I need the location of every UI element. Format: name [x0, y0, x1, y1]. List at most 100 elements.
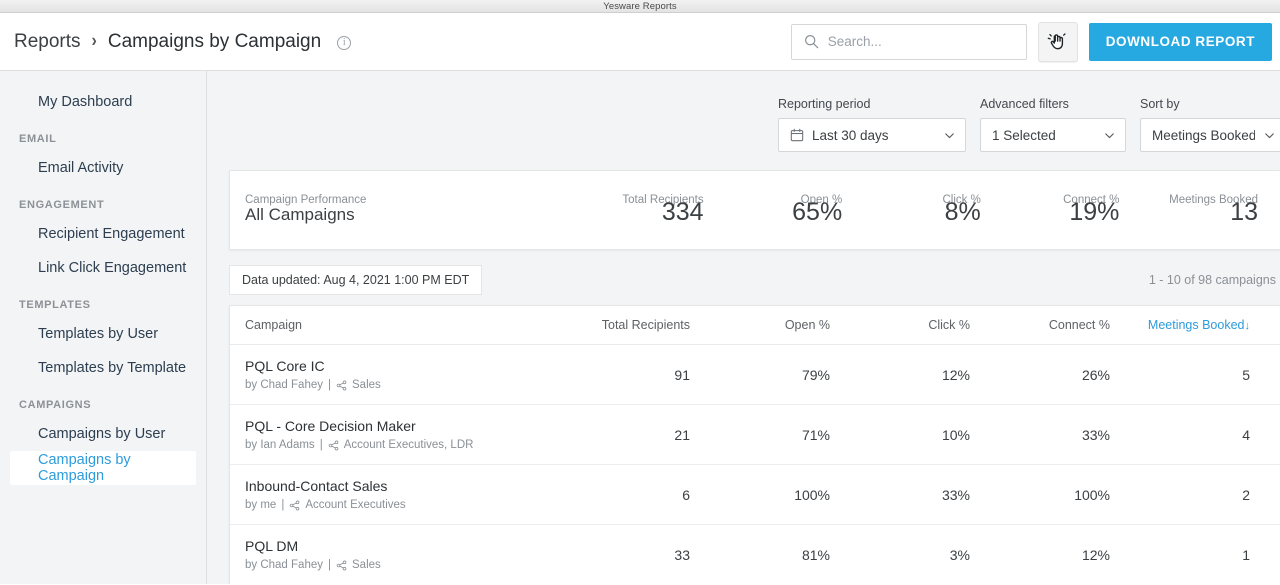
- sidebar-item-templates-by-template[interactable]: Templates by Template: [10, 351, 196, 385]
- column-header-campaign[interactable]: Campaign: [245, 318, 550, 332]
- cell-meetings-booked: 2: [1110, 487, 1250, 503]
- breadcrumb-root[interactable]: Reports: [14, 31, 81, 53]
- search-placeholder: Search...: [828, 34, 882, 49]
- cell-connect: 26%: [970, 367, 1110, 383]
- sidebar-item-link-click-engagement[interactable]: Link Click Engagement: [10, 251, 196, 285]
- campaign-cell: PQL DM by Chad Fahey | Sales: [245, 538, 550, 571]
- sort-by-label: Sort by: [1140, 97, 1280, 111]
- cell-open: 81%: [690, 547, 830, 563]
- calendar-icon: [790, 128, 804, 142]
- summary-metric-click: Click % 8%: [842, 194, 981, 226]
- sidebar-section-templates: TEMPLATES: [0, 285, 206, 317]
- table-row[interactable]: Inbound-Contact Sales by me | Account Ex…: [230, 465, 1280, 525]
- share-icon: [289, 500, 300, 511]
- table-row[interactable]: PQL Core IC by Chad Fahey | Sales: [230, 345, 1280, 405]
- column-header-open[interactable]: Open %: [690, 318, 830, 332]
- chevron-down-icon: [1103, 129, 1116, 142]
- table-row[interactable]: PQL - Core Decision Maker by Ian Adams |…: [230, 405, 1280, 465]
- summary-title-cell: Campaign Performance All Campaigns: [245, 194, 565, 226]
- campaign-meta: by Ian Adams | Account Executives, LDR: [245, 439, 550, 451]
- campaign-team: Account Executives, LDR: [344, 439, 474, 451]
- cell-total-recipients: 6: [550, 487, 690, 503]
- cell-click: 33%: [830, 487, 970, 503]
- sort-by-value: Meetings Booked: [1152, 128, 1255, 143]
- meta-separator: |: [328, 559, 331, 571]
- share-icon: [328, 440, 339, 451]
- campaign-name[interactable]: PQL Core IC: [245, 358, 550, 374]
- share-icon: [336, 560, 347, 571]
- campaign-name[interactable]: Inbound-Contact Sales: [245, 478, 550, 494]
- sidebar-item-recipient-engagement[interactable]: Recipient Engagement: [10, 217, 196, 251]
- reporting-period-value: Last 30 days: [812, 128, 935, 143]
- cell-meetings-booked: 5: [1110, 367, 1250, 383]
- column-header-click[interactable]: Click %: [830, 318, 970, 332]
- summary-metric-connect: Connect % 19%: [981, 194, 1120, 226]
- filter-bar: Reporting period Last 30 days Advanced f: [229, 71, 1280, 152]
- click-hand-icon-button[interactable]: [1038, 22, 1078, 62]
- table-row[interactable]: PQL DM by Chad Fahey | Sales: [230, 525, 1280, 584]
- reporting-period-label: Reporting period: [778, 97, 966, 111]
- advanced-filters-select[interactable]: 1 Selected: [980, 118, 1126, 152]
- cell-click: 12%: [830, 367, 970, 383]
- campaign-meta: by Chad Fahey | Sales: [245, 379, 550, 391]
- cell-click: 3%: [830, 547, 970, 563]
- campaign-performance-summary: Campaign Performance All Campaigns Total…: [229, 170, 1280, 250]
- search-icon: [804, 34, 819, 49]
- campaign-cell: PQL - Core Decision Maker by Ian Adams |…: [245, 418, 550, 451]
- search-input[interactable]: Search...: [791, 24, 1027, 60]
- meta-separator: |: [281, 499, 284, 511]
- cell-connect: 100%: [970, 487, 1110, 503]
- summary-metric-value: 334: [662, 198, 704, 227]
- campaign-name[interactable]: PQL DM: [245, 538, 550, 554]
- cell-click: 10%: [830, 427, 970, 443]
- cell-meetings-booked: 4: [1110, 427, 1250, 443]
- pagination-count: 1 - 10 of 98 campaigns: [1149, 273, 1276, 287]
- window-title: Yesware Reports: [603, 1, 677, 12]
- download-report-button[interactable]: DOWNLOAD REPORT: [1089, 23, 1272, 61]
- sidebar-section-campaigns: CAMPAIGNS: [0, 385, 206, 417]
- sidebar-item-campaigns-by-campaign[interactable]: Campaigns by Campaign: [10, 451, 196, 485]
- cell-total-recipients: 33: [550, 547, 690, 563]
- column-header-connect[interactable]: Connect %: [970, 318, 1110, 332]
- share-icon: [336, 380, 347, 391]
- sort-by-filter: Sort by Meetings Booked: [1140, 97, 1280, 152]
- column-header-meetings-booked[interactable]: Meetings Booked↓: [1110, 318, 1250, 332]
- sort-descending-icon: ↓: [1245, 320, 1251, 332]
- chevron-down-icon: [1263, 129, 1276, 142]
- column-header-total-recipients[interactable]: Total Recipients: [550, 318, 690, 332]
- campaign-meta: by Chad Fahey | Sales: [245, 559, 550, 571]
- reporting-period-select[interactable]: Last 30 days: [778, 118, 966, 152]
- meta-separator: |: [320, 439, 323, 451]
- cell-connect: 33%: [970, 427, 1110, 443]
- table-header-row: Campaign Total Recipients Open % Click %…: [230, 306, 1280, 345]
- app-body: My Dashboard EMAIL Email Activity ENGAGE…: [0, 71, 1280, 584]
- campaign-name[interactable]: PQL - Core Decision Maker: [245, 418, 550, 434]
- sidebar-item-templates-by-user[interactable]: Templates by User: [10, 317, 196, 351]
- cell-open: 100%: [690, 487, 830, 503]
- chevron-down-icon: [943, 129, 956, 142]
- campaign-owner: by Chad Fahey: [245, 379, 323, 391]
- sidebar-item-campaigns-by-user[interactable]: Campaigns by User: [10, 417, 196, 451]
- page-title: Campaigns by Campaign: [108, 31, 321, 53]
- sidebar-section-email: EMAIL: [0, 119, 206, 151]
- campaign-owner: by Ian Adams: [245, 439, 315, 451]
- cell-meetings-booked: 1: [1110, 547, 1250, 563]
- cell-connect: 12%: [970, 547, 1110, 563]
- sidebar-item-email-activity[interactable]: Email Activity: [10, 151, 196, 185]
- info-icon[interactable]: i: [337, 36, 351, 50]
- summary-metric-open: Open % 65%: [704, 194, 843, 226]
- sidebar-item-my-dashboard[interactable]: My Dashboard: [10, 85, 196, 119]
- breadcrumb: Reports › Campaigns by Campaign i: [14, 31, 351, 53]
- summary-metric-value: 65%: [792, 198, 842, 227]
- sort-by-select[interactable]: Meetings Booked: [1140, 118, 1280, 152]
- campaign-team: Account Executives: [305, 499, 405, 511]
- cell-total-recipients: 91: [550, 367, 690, 383]
- cell-open: 71%: [690, 427, 830, 443]
- header-actions: Search... DOWNLOAD REPORT: [791, 22, 1272, 62]
- campaign-owner: by me: [245, 499, 276, 511]
- advanced-filters-label: Advanced filters: [980, 97, 1126, 111]
- campaign-team: Sales: [352, 559, 381, 571]
- summary-metric-value: 19%: [1069, 198, 1119, 227]
- table-toolbar: Data updated: Aug 4, 2021 1:00 PM EDT 1 …: [229, 265, 1280, 295]
- app-header: Reports › Campaigns by Campaign i Search…: [0, 13, 1280, 71]
